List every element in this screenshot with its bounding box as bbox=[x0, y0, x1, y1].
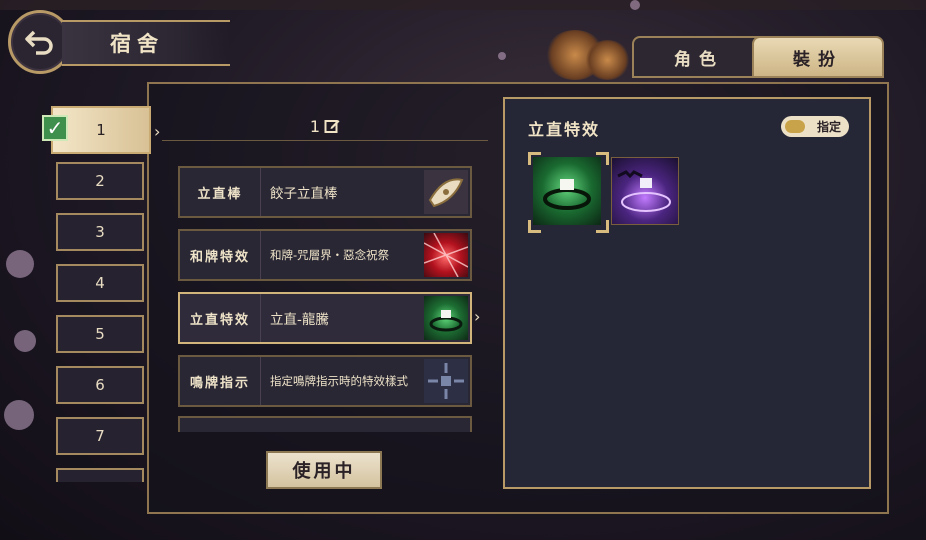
checkmark-icon: ✓ bbox=[42, 115, 68, 141]
blossom-decoration bbox=[4, 400, 34, 430]
slot-7[interactable]: 7 bbox=[56, 417, 144, 455]
slot-5[interactable]: 5 bbox=[56, 315, 144, 353]
green-vortex-effect-tile[interactable] bbox=[533, 157, 601, 225]
in-use-button[interactable]: 使用中 bbox=[266, 451, 382, 489]
item-win-effect[interactable]: 和牌特效 和牌-咒層界・惡念祝祭 bbox=[178, 229, 472, 281]
item-category: 和牌特效 bbox=[180, 231, 261, 279]
toggle-label: 指定 bbox=[816, 120, 841, 134]
loadout-name: 1 bbox=[309, 116, 321, 136]
tile-pattern-icon bbox=[424, 359, 468, 403]
blossom-decoration bbox=[6, 250, 34, 278]
slot-6[interactable]: 6 bbox=[56, 366, 144, 404]
page-title: 宿舍 bbox=[110, 31, 164, 56]
slot-4[interactable]: 4 bbox=[56, 264, 144, 302]
title-bar: 宿舍 bbox=[62, 20, 230, 66]
ceiling-beam bbox=[0, 0, 926, 10]
lantern-decoration bbox=[585, 40, 630, 80]
red-beam-icon bbox=[424, 233, 468, 277]
edit-icon[interactable] bbox=[324, 118, 340, 134]
item-call-indicator[interactable]: 鳴牌指示 指定鳴牌指示時的特效樣式 bbox=[178, 355, 472, 407]
slot-3[interactable]: 3 bbox=[56, 213, 144, 251]
chevron-right-icon: › bbox=[154, 122, 161, 141]
item-name: 指定鳴牌指示時的特效樣式 bbox=[270, 374, 408, 388]
effect-panel-title: 立直特效 bbox=[528, 120, 601, 139]
blossom-decoration bbox=[630, 0, 640, 10]
specify-toggle[interactable]: 指定 bbox=[781, 116, 849, 137]
toggle-knob bbox=[785, 120, 805, 133]
tab-dress-up[interactable]: 裝扮 bbox=[752, 36, 884, 78]
item-category: 立直特效 bbox=[180, 294, 261, 342]
item-name: 和牌-咒層界・惡念祝祭 bbox=[270, 248, 390, 262]
tab-roles[interactable]: 角色 bbox=[632, 36, 766, 78]
chevron-right-icon: › bbox=[474, 307, 481, 326]
slot-2[interactable]: 2 bbox=[56, 162, 144, 200]
selection-corner bbox=[596, 152, 609, 165]
green-vortex-icon bbox=[424, 296, 468, 340]
effect-panel bbox=[503, 97, 871, 489]
selection-corner bbox=[596, 220, 609, 233]
stick-icon bbox=[424, 170, 468, 214]
item-category: 立直棒 bbox=[180, 168, 261, 216]
item-category: 鳴牌指示 bbox=[180, 357, 261, 405]
item-riichi-effect[interactable]: 立直特效 立直-龍騰 bbox=[178, 292, 472, 344]
purple-bat-ring-effect-tile[interactable] bbox=[611, 157, 679, 225]
blossom-decoration bbox=[498, 52, 506, 60]
item-riichi-stick[interactable]: 立直棒 餃子立直棒 bbox=[178, 166, 472, 218]
selection-corner bbox=[528, 220, 541, 233]
item-name: 餃子立直棒 bbox=[270, 186, 338, 202]
blossom-decoration bbox=[14, 330, 36, 352]
slot-8-partial[interactable] bbox=[56, 468, 144, 482]
loadout-name-row[interactable]: 1 bbox=[162, 112, 488, 141]
item-name: 立直-龍騰 bbox=[270, 312, 329, 328]
item-partial[interactable] bbox=[178, 416, 472, 432]
selection-corner bbox=[528, 152, 541, 165]
back-arrow-icon bbox=[25, 30, 53, 55]
